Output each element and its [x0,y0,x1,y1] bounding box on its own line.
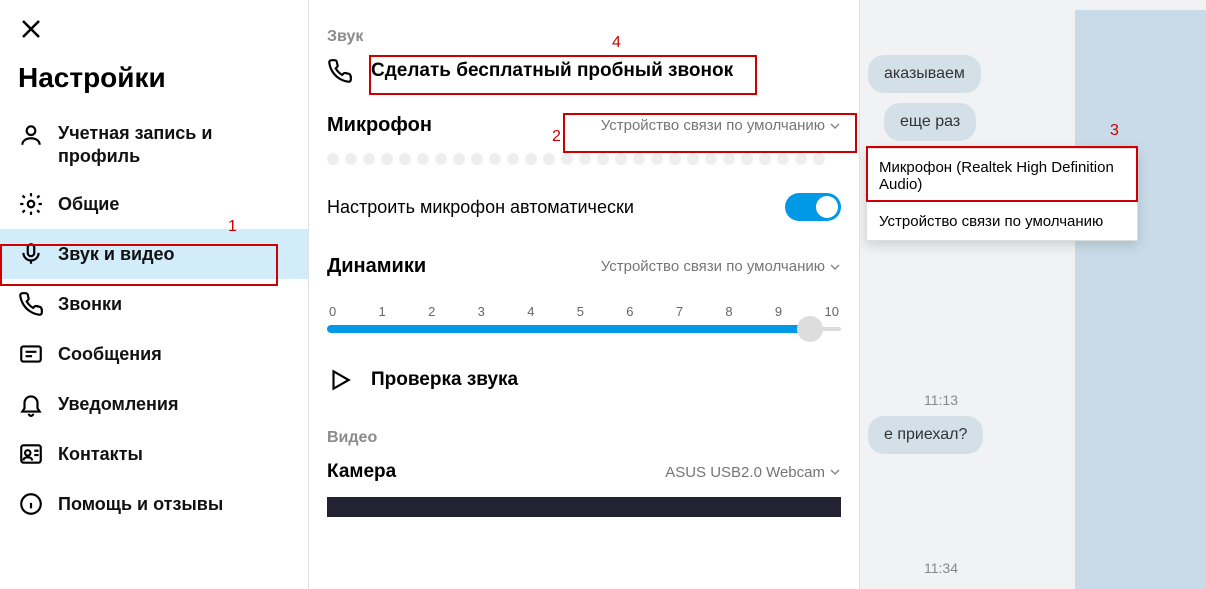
sidebar-item-label: Учетная запись и профиль [58,122,290,167]
sidebar-item-notifications[interactable]: Уведомления [0,379,308,429]
dropdown-option-realtek[interactable]: Микрофон (Realtek High Definition Audio) [867,149,1137,203]
annotation-num-3: 3 [1110,122,1119,140]
microphone-row: Микрофон Устройство связи по умолчанию [327,114,841,137]
test-call-label: Сделать бесплатный пробный звонок [371,60,733,82]
settings-content: Звук Сделать бесплатный пробный звонок М… [309,0,860,589]
sound-section-header: Звук [327,28,841,46]
chat-bubble: аказываем [868,55,981,93]
sidebar-item-messages[interactable]: Сообщения [0,329,308,379]
test-sound-button[interactable]: Проверка звука [327,367,841,393]
phone-icon [18,291,44,317]
chevron-down-icon [829,120,841,132]
chat-time: 11:34 [924,560,958,576]
sidebar-item-general[interactable]: Общие [0,179,308,229]
play-icon [327,367,357,393]
sidebar-item-label: Уведомления [58,394,179,415]
sidebar-item-label: Помощь и отзывы [58,494,223,515]
auto-adjust-toggle[interactable] [785,193,841,221]
microphone-level-meter [327,153,841,165]
microphone-dropdown-menu[interactable]: Микрофон (Realtek High Definition Audio)… [866,148,1138,241]
dropdown-option-default[interactable]: Устройство связи по умолчанию [867,203,1137,240]
auto-adjust-label: Настроить микрофон автоматически [327,197,634,218]
close-icon[interactable] [20,18,42,40]
sidebar-item-label: Сообщения [58,344,162,365]
person-icon [18,122,44,148]
sidebar-item-calls[interactable]: Звонки [0,279,308,329]
volume-slider[interactable]: 012345678910 [327,304,841,333]
sidebar-item-audio-video[interactable]: Звук и видео [0,229,308,279]
phone-icon [327,58,357,84]
annotation-num-2: 2 [552,128,561,146]
annotation-num-1: 1 [228,218,237,236]
chat-bubble: еще раз [884,103,976,141]
microphone-label: Микрофон [327,114,432,137]
gear-icon [18,191,44,217]
sidebar-item-label: Звонки [58,294,122,315]
info-icon [18,491,44,517]
sidebar-item-account[interactable]: Учетная запись и профиль [0,110,308,179]
speakers-device-select[interactable]: Устройство связи по умолчанию [601,258,841,275]
sidebar-item-label: Контакты [58,444,143,465]
camera-preview [327,497,841,517]
sidebar-item-label: Общие [58,194,119,215]
chevron-down-icon [829,261,841,273]
right-blue-panel [1075,10,1206,589]
speakers-label: Динамики [327,255,426,278]
contacts-icon [18,441,44,467]
speakers-row: Динамики Устройство связи по умолчанию [327,255,841,278]
camera-label: Камера [327,461,396,483]
slider-tick-labels: 012345678910 [327,304,841,319]
microphone-icon [18,241,44,267]
video-section-header: Видео [327,429,841,447]
annotation-num-4: 4 [612,34,621,52]
chevron-down-icon [829,466,841,478]
chat-bubble: е приехал? [868,416,983,454]
slider-thumb[interactable] [797,316,823,342]
bell-icon [18,391,44,417]
camera-device-select[interactable]: ASUS USB2.0 Webcam [665,464,841,481]
chat-time: 11:13 [924,392,958,408]
settings-sidebar: Настройки Учетная запись и профиль Общие… [0,0,309,589]
message-icon [18,341,44,367]
test-sound-label: Проверка звука [371,369,518,391]
test-call-button[interactable]: Сделать бесплатный пробный звонок [327,58,841,84]
sidebar-item-help[interactable]: Помощь и отзывы [0,479,308,529]
settings-title: Настройки [18,62,166,94]
microphone-device-select[interactable]: Устройство связи по умолчанию [601,117,841,134]
sidebar-item-label: Звук и видео [58,244,175,265]
sidebar-item-contacts[interactable]: Контакты [0,429,308,479]
camera-row: Камера ASUS USB2.0 Webcam [327,461,841,483]
